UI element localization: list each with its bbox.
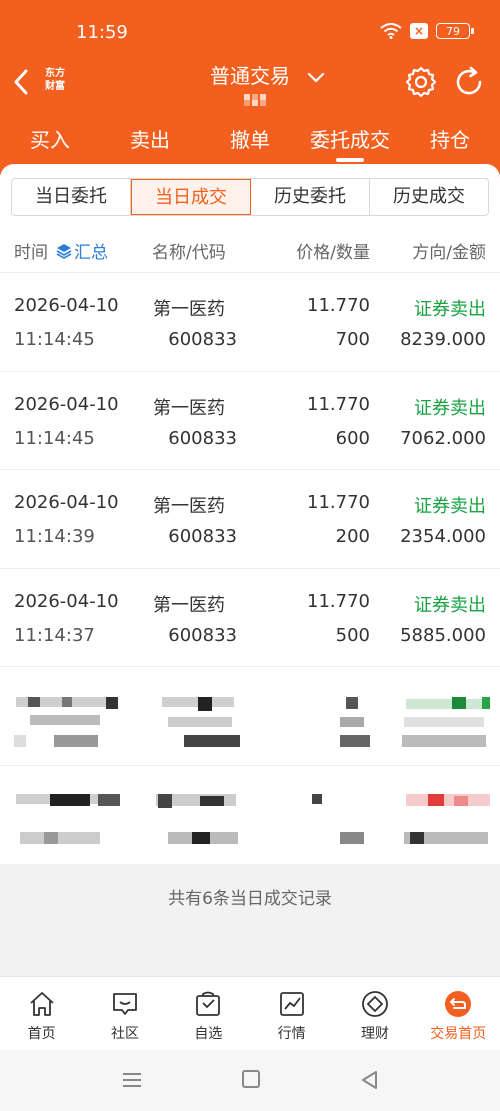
masked-trade-row (0, 764, 500, 864)
records-summary: 共有6条当日成交记录 (0, 864, 500, 976)
home-icon (30, 992, 54, 1016)
stock-code: 600833 (168, 624, 237, 646)
trade-quantity: 200 (335, 526, 370, 547)
status-time: 11:59 (76, 22, 128, 43)
diamond-icon (362, 991, 388, 1017)
content-card: 当日委托 当日成交 历史委托 历史成交 时间 汇总 名称/代码 价格/数量 方向… (0, 164, 500, 976)
segmented-control: 当日委托 当日成交 历史委托 历史成交 (11, 178, 489, 216)
tab-buy[interactable]: 买入 (0, 122, 100, 166)
chevron-down-icon[interactable] (306, 70, 326, 84)
stock-code: 600833 (168, 427, 237, 449)
system-nav-bar (0, 1050, 500, 1111)
trade-quantity: 600 (335, 427, 370, 449)
tab-label: 委托成交 (310, 128, 390, 152)
nav-label: 自选 (194, 1026, 223, 1042)
active-tab-indicator (336, 158, 364, 162)
bag-icon (196, 991, 221, 1016)
trade-price: 11.770 (307, 590, 370, 612)
stock-name: 第一医药 (153, 397, 225, 419)
segment-today-deals[interactable]: 当日成交 (131, 179, 251, 215)
trade-date: 2026-04-10 (14, 295, 119, 316)
trade-date: 2026-04-10 (14, 393, 119, 415)
column-header: 时间 汇总 名称/代码 价格/数量 方向/金额 (0, 226, 500, 270)
column-name-code: 名称/代码 (152, 243, 226, 263)
summary-label[interactable]: 汇总 (74, 238, 108, 263)
trade-direction: 证券卖出 (414, 496, 486, 517)
tab-sell[interactable]: 卖出 (100, 122, 200, 166)
segment-history-deals[interactable]: 历史成交 (370, 179, 488, 215)
nav-market[interactable]: 行情 (250, 977, 333, 1050)
trade-amount: 7062.000 (400, 427, 486, 449)
refresh-icon[interactable] (452, 65, 486, 99)
app-header: 11:59 × 79 东方 财富 普通交易 买入 卖出 撤单 委托成交 持仓 (0, 0, 500, 178)
stock-code: 600833 (168, 329, 237, 350)
stock-code: 600833 (168, 526, 237, 547)
column-direction-amount: 方向/金额 (412, 243, 486, 263)
segment-today-orders[interactable]: 当日委托 (12, 179, 131, 215)
nav-label: 行情 (277, 1026, 306, 1042)
trade-row[interactable]: 2026-04-10 11:14:37 第一医药 600833 11.770 5… (0, 567, 500, 667)
trade-direction: 证券卖出 (414, 397, 486, 419)
summary-toggle[interactable]: 汇总 (56, 238, 108, 263)
trade-list: 2026-04-10 11:14:45 第一医药 600833 11.770 7… (0, 272, 500, 863)
trade-date: 2026-04-10 (14, 492, 119, 513)
trade-price: 11.770 (307, 492, 370, 513)
chat-icon (113, 993, 137, 1015)
trade-price: 11.770 (307, 393, 370, 415)
trade-quantity: 700 (335, 329, 370, 350)
top-nav: 东方 财富 普通交易 (0, 60, 500, 120)
nav-label: 交易首页 (430, 1026, 487, 1042)
nav-home[interactable]: 首页 (0, 977, 83, 1050)
nav-community[interactable]: 社区 (83, 977, 166, 1050)
trade-quantity: 500 (335, 624, 370, 646)
home-button-icon[interactable] (242, 1070, 260, 1088)
recent-apps-icon[interactable] (122, 1072, 142, 1088)
nav-label: 首页 (27, 1026, 56, 1042)
masked-trade-row (0, 666, 500, 765)
layers-icon (56, 243, 72, 259)
page-title-text[interactable]: 普通交易 (210, 64, 290, 88)
trade-amount: 5885.000 (400, 624, 486, 646)
masked-account-id (244, 94, 268, 106)
status-bar: 11:59 × 79 (0, 0, 500, 60)
chart-icon (279, 992, 304, 1016)
trade-row[interactable]: 2026-04-10 11:14:45 第一医药 600833 11.770 6… (0, 370, 500, 470)
sim-blocked-icon: × (410, 23, 428, 39)
exchange-icon (445, 991, 472, 1017)
gear-icon[interactable] (404, 65, 438, 99)
segment-history-orders[interactable]: 历史委托 (251, 179, 370, 215)
trade-direction: 证券卖出 (414, 299, 486, 320)
tab-cancel-order[interactable]: 撤单 (200, 122, 300, 166)
nav-trade-home[interactable]: 交易首页 (417, 977, 500, 1050)
battery-icon: 79 (436, 23, 474, 39)
trade-amount: 8239.000 (400, 329, 486, 350)
tab-label: 买入 (30, 128, 70, 152)
tab-orders-deals[interactable]: 委托成交 (300, 122, 400, 166)
stock-name: 第一医药 (153, 496, 225, 517)
nav-wealth[interactable]: 理财 (333, 977, 416, 1050)
tab-label: 卖出 (130, 128, 170, 152)
trade-price: 11.770 (307, 295, 370, 316)
nav-label: 理财 (360, 1026, 389, 1042)
trade-row[interactable]: 2026-04-10 11:14:39 第一医药 600833 11.770 2… (0, 469, 500, 568)
trade-amount: 2354.000 (400, 526, 486, 547)
trade-row[interactable]: 2026-04-10 11:14:45 第一医药 600833 11.770 7… (0, 272, 500, 371)
tab-label: 撤单 (230, 128, 270, 152)
tab-label: 持仓 (430, 128, 470, 152)
stock-name: 第一医药 (153, 594, 225, 616)
column-time: 时间 (14, 243, 48, 263)
trade-tabs: 买入 卖出 撤单 委托成交 持仓 (0, 122, 500, 166)
nav-label: 社区 (110, 1026, 139, 1042)
stock-name: 第一医药 (153, 299, 225, 320)
status-icons: × 79 (380, 23, 474, 39)
trade-date: 2026-04-10 (14, 590, 119, 612)
system-back-icon[interactable] (360, 1070, 380, 1090)
column-price-qty: 价格/数量 (296, 243, 370, 263)
tab-positions[interactable]: 持仓 (400, 122, 500, 166)
nav-watchlist[interactable]: 自选 (167, 977, 250, 1050)
bottom-nav: 首页 社区 自选 行情 理财 交易首页 (0, 976, 500, 1050)
wifi-icon (380, 23, 402, 39)
trade-direction: 证券卖出 (414, 594, 486, 616)
